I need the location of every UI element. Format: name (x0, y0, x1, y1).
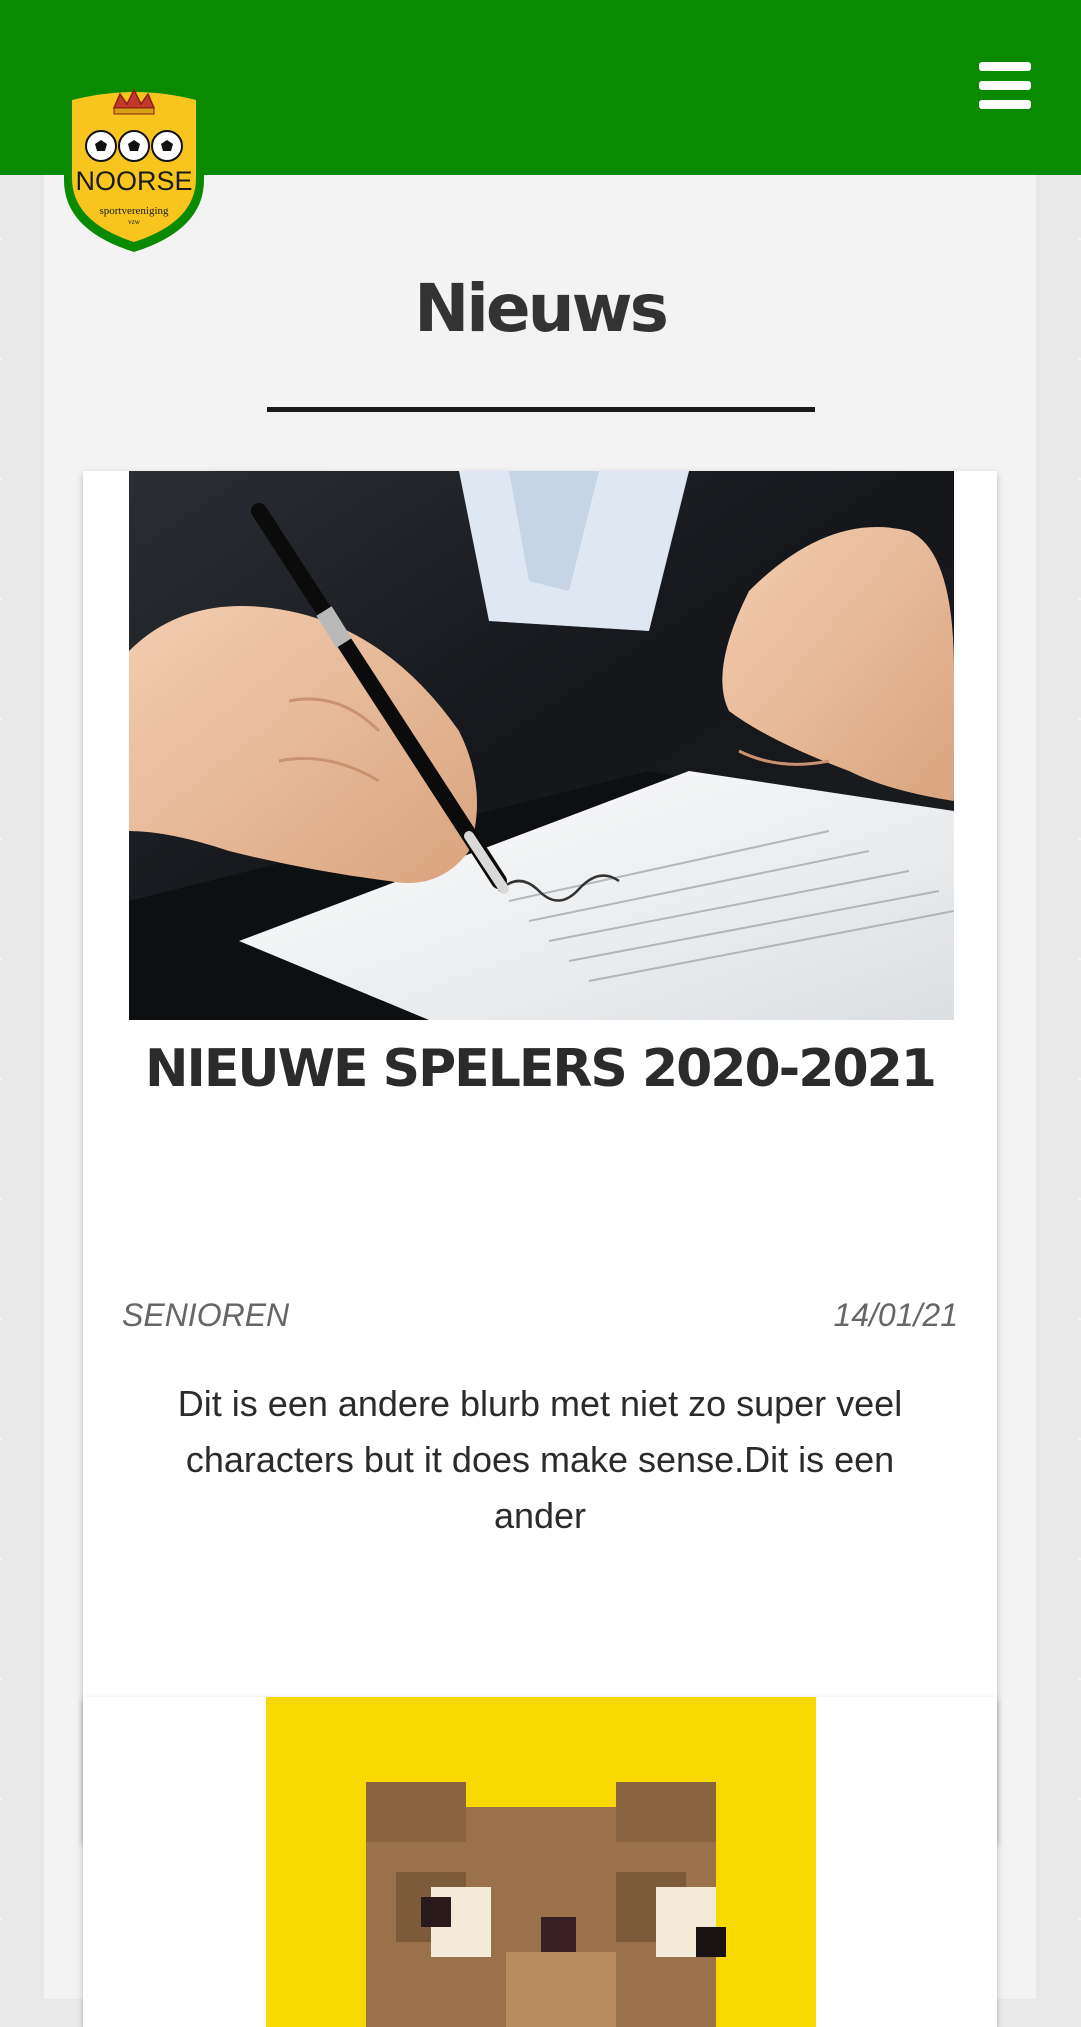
article-title[interactable]: NIEUWE SPELERS 2020-2021 (83, 1039, 997, 1099)
menu-line (979, 81, 1031, 90)
hamburger-menu-icon[interactable] (979, 62, 1031, 110)
signing-contract-photo (129, 471, 954, 1020)
page-title: Nieuws (414, 270, 669, 347)
article-image (129, 471, 954, 1020)
article-image (266, 1697, 816, 2027)
article-category: SENIOREN (122, 1297, 290, 1333)
logo-wordmark: NOORSE (75, 166, 192, 196)
article-date: 14/01/21 (833, 1297, 958, 1333)
menu-line (979, 62, 1031, 71)
club-logo[interactable]: NOORSE sportvereniging vzw (54, 80, 214, 255)
news-panel: Nieuws NIEUWE SPELERS 2020-2021 SENIOREN… (44, 175, 1036, 2027)
article-blurb: Dit is een andere blurb met niet zo supe… (177, 1383, 903, 1536)
club-logo-shield: NOORSE sportvereniging vzw (64, 83, 204, 252)
news-card[interactable] (83, 1697, 997, 2027)
menu-line (979, 100, 1031, 109)
logo-subtext-vzw: vzw (128, 218, 141, 226)
logo-subtext: sportvereniging (99, 205, 169, 217)
title-divider (267, 407, 815, 412)
pixel-character-avatar (266, 1697, 816, 2027)
news-card[interactable]: NIEUWE SPELERS 2020-2021 SENIOREN 14/01/… (83, 471, 997, 1842)
